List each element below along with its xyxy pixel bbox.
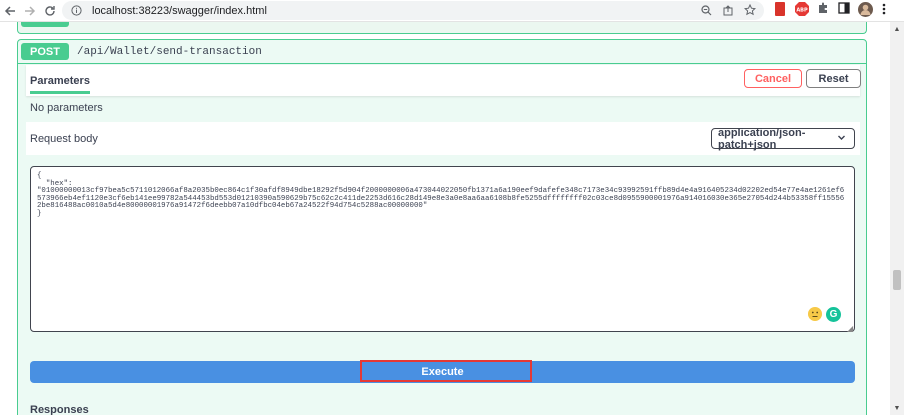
svg-text:ABP: ABP <box>796 8 808 14</box>
neutral-face-emoji-icon[interactable] <box>808 307 822 321</box>
back-arrow-icon[interactable] <box>0 1 20 21</box>
execute-highlight-box <box>360 360 532 382</box>
browser-menu-icon[interactable] <box>882 3 886 15</box>
reset-button[interactable]: Reset <box>806 69 861 88</box>
tab-parameters[interactable]: Parameters <box>30 75 90 94</box>
address-bar[interactable]: localhost:38223/swagger/index.html <box>62 1 764 20</box>
forward-arrow-icon[interactable] <box>20 1 40 21</box>
share-icon[interactable] <box>720 2 736 18</box>
operation-summary[interactable]: POST /api/Wallet/send-transaction <box>18 40 866 64</box>
browser-toolbar: localhost:38223/swagger/index.html ABP <box>0 0 904 22</box>
page-scrollbar[interactable] <box>890 22 904 415</box>
request-body-title: Request body <box>30 132 98 145</box>
scroll-up-arrow-icon[interactable]: ▲ <box>890 22 904 36</box>
extensions-puzzle-icon[interactable] <box>817 2 829 14</box>
extension-red-icon[interactable] <box>775 2 785 16</box>
method-badge: POST <box>21 43 69 60</box>
request-body-header: Request body application/json-patch+json <box>26 122 860 155</box>
zoom-icon[interactable] <box>698 2 714 18</box>
scroll-down-arrow-icon[interactable]: ▼ <box>890 401 904 415</box>
adblock-icon[interactable]: ABP <box>795 2 809 16</box>
post-operation-block: POST /api/Wallet/send-transaction Parame… <box>17 39 867 415</box>
responses-title: Responses <box>30 404 89 415</box>
textarea-extension-icons: G <box>808 307 841 322</box>
profile-avatar-icon[interactable] <box>858 2 873 17</box>
scrollbar-thumb[interactable] <box>893 270 901 290</box>
content-type-select[interactable]: application/json-patch+json <box>711 126 855 151</box>
cancel-button[interactable]: Cancel <box>744 69 802 88</box>
parameters-header: Parameters Cancel Reset <box>26 65 861 96</box>
previous-method-badge <box>21 22 69 27</box>
no-parameters-text: No parameters <box>30 102 103 114</box>
chevron-down-icon <box>837 133 846 145</box>
reload-icon[interactable] <box>40 1 60 21</box>
request-body-textarea[interactable]: { "hex": "01000000013cf97bea5c5711012066… <box>30 166 855 332</box>
previous-operation-block <box>17 22 867 34</box>
content-type-value: application/json-patch+json <box>718 126 806 151</box>
grammarly-icon[interactable]: G <box>826 307 841 322</box>
site-info-icon[interactable] <box>68 3 84 19</box>
url-text: localhost:38223/swagger/index.html <box>92 4 267 17</box>
textarea-resize-handle-icon[interactable]: ◢ <box>847 324 853 333</box>
bookmark-star-icon[interactable] <box>742 2 758 18</box>
operation-path: /api/Wallet/send-transaction <box>77 45 262 58</box>
side-panel-icon[interactable] <box>838 2 850 14</box>
